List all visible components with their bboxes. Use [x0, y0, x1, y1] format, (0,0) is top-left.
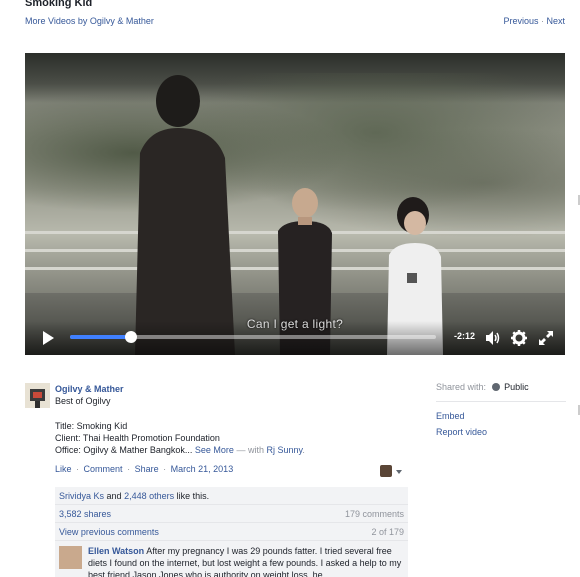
separator-dot: ·: [163, 464, 167, 474]
likes-and: and: [106, 491, 122, 501]
seek-bar[interactable]: [70, 331, 436, 343]
ogilvy-logo-icon: [25, 383, 50, 408]
comment-link[interactable]: Comment: [84, 464, 123, 474]
comment-item: Ellen Watson After my pregnancy I was 29…: [55, 541, 408, 577]
embed-link[interactable]: Embed: [436, 411, 566, 421]
page-name-link[interactable]: Ogilvy & Mather: [55, 384, 124, 394]
share-link[interactable]: Share: [135, 464, 159, 474]
play-icon[interactable]: [43, 331, 54, 345]
view-previous-row: View previous comments 2 of 179: [55, 523, 408, 541]
privacy-info: Shared with: Public: [436, 382, 566, 396]
more-videos-link[interactable]: More Videos by Ogilvy & Mather: [25, 16, 154, 26]
description-title: Title: Smoking Kid: [55, 421, 128, 431]
likes-row: Srividya Ks and 2,448 others like this.: [55, 487, 408, 505]
comments-count: 179 comments: [344, 509, 404, 519]
video-navigation: Previous · Next: [503, 16, 565, 26]
page-subtitle: Best of Ogilvy: [55, 396, 111, 406]
description-office: Office: Ogilvy & Mather Bangkok... See M…: [55, 445, 305, 455]
commenter-avatar-selector[interactable]: [380, 465, 392, 477]
tagged-person-link[interactable]: Rj Sunny: [266, 445, 302, 455]
likes-suffix: like this.: [176, 491, 210, 501]
next-link[interactable]: Next: [546, 16, 565, 26]
nav-separator: ·: [540, 16, 544, 26]
see-more-link[interactable]: See More: [195, 445, 234, 455]
video-sidebar: Shared with: Public Embed Report video: [436, 382, 566, 443]
adult-silhouette: [135, 75, 235, 355]
description-office-text: Office: Ogilvy & Mather Bangkok...: [55, 445, 193, 455]
shared-with-label: Shared with:: [436, 382, 487, 392]
video-controls: -2:12: [25, 321, 565, 355]
shares-row: 3,582 shares 179 comments: [55, 505, 408, 523]
comment-author-link[interactable]: Ellen Watson: [88, 546, 144, 556]
fullscreen-icon[interactable]: [537, 329, 555, 347]
description-client: Client: Thai Health Promotion Foundation: [55, 433, 220, 443]
time-remaining: -2:12: [454, 331, 476, 341]
previous-link[interactable]: Previous: [503, 16, 538, 26]
likes-others-link[interactable]: 2,448 others: [124, 491, 174, 501]
settings-gear-icon[interactable]: [510, 329, 528, 347]
post-date-link[interactable]: March 21, 2013: [171, 464, 234, 474]
page-avatar[interactable]: [25, 383, 50, 408]
shares-link[interactable]: 3,582 shares: [59, 509, 111, 519]
seek-bar-progress: [70, 335, 132, 339]
seek-handle[interactable]: [125, 331, 138, 343]
chevron-down-icon[interactable]: [396, 470, 402, 474]
sidebar-divider: [436, 401, 566, 402]
video-player[interactable]: Can I get a light? -2:12: [25, 53, 565, 355]
separator-dot: ·: [76, 464, 80, 474]
period: .: [302, 445, 305, 455]
like-link[interactable]: Like: [55, 464, 72, 474]
report-video-link[interactable]: Report video: [436, 427, 566, 437]
view-previous-comments-link[interactable]: View previous comments: [59, 527, 159, 537]
volume-icon[interactable]: [484, 329, 502, 347]
audience-label: Public: [504, 382, 529, 392]
with-text: — with: [236, 445, 264, 455]
comments-pager: 2 of 179: [371, 527, 404, 537]
commenter-avatar[interactable]: [59, 546, 82, 569]
video-title: Smoking Kid: [25, 0, 93, 9]
liker-name-link[interactable]: Srividya Ks: [59, 491, 104, 501]
globe-icon: [491, 383, 500, 391]
feedback-panel: Srividya Ks and 2,448 others like this. …: [55, 487, 408, 577]
post-actions: Like · Comment · Share · March 21, 2013: [55, 464, 233, 474]
separator-dot: ·: [127, 464, 131, 474]
